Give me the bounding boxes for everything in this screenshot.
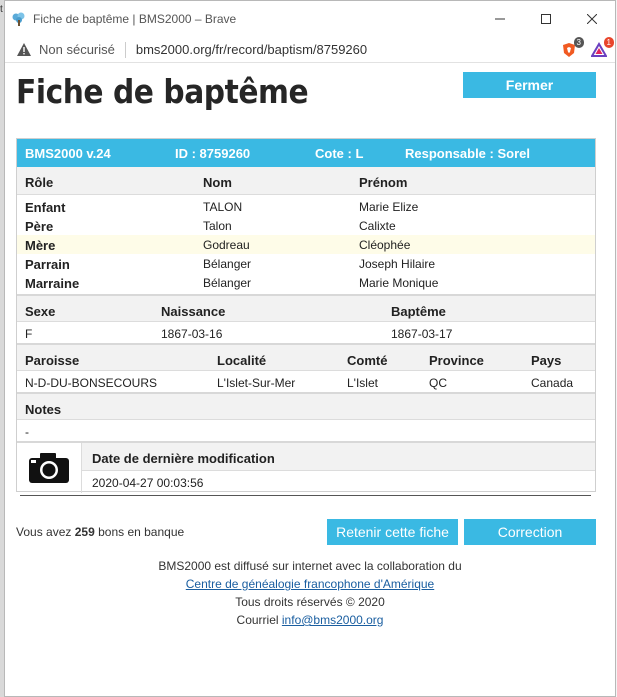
footer: BMS2000 est diffusé sur internet avec la… [5,557,615,629]
person-prenom: Cléophée [359,238,411,252]
person-prenom: Marie Monique [359,276,439,290]
localite-value: L'Islet-Sur-Mer [217,376,296,390]
footer-copyright: Tous droits réservés © 2020 [235,595,385,609]
col-province-header: Province [429,353,484,368]
col-bapteme-header: Baptême [391,304,446,319]
background-window-glyph: t [0,4,3,15]
modified-value: 2020-04-27 00:03:56 [92,476,204,490]
keep-record-button[interactable]: Retenir cette fiche [327,519,458,545]
person-row-marraine: Marraine Bélanger Marie Monique [17,273,595,294]
maximize-icon [541,14,551,24]
dates-header-row: Sexe Naissance Baptême [17,294,595,322]
url-text[interactable]: bms2000.org/fr/record/baptism/8759260 [136,42,367,57]
record-version: BMS2000 v.24 [25,146,111,161]
record-header: BMS2000 v.24 ID : 8759260 Cote : L Respo… [17,139,595,167]
person-prenom: Joseph Hilaire [359,257,436,271]
title-bar[interactable]: Fiche de baptême | BMS2000 – Brave [5,1,615,37]
person-prenom: Calixte [359,219,396,233]
record-cote: Cote : L [315,146,364,161]
col-pays-header: Pays [531,353,562,368]
close-button[interactable]: Fermer [463,72,596,98]
cgfa-link[interactable]: Centre de généalogie francophone d'Améri… [186,577,434,591]
warning-icon[interactable] [17,43,31,56]
minimize-button[interactable] [477,1,523,37]
person-nom: TALON [203,200,243,214]
person-nom: Godreau [203,238,250,252]
col-prenom-header: Prénom [359,175,408,190]
province-value: QC [429,376,447,390]
footer-collab-text: BMS2000 est diffusé sur internet avec la… [158,559,462,573]
dates-value-row: F 1867-03-16 1867-03-17 [17,322,595,343]
person-row-enfant: Enfant TALON Marie Elize [17,197,595,216]
person-row-pere: Père Talon Calixte [17,216,595,235]
notes-header: Notes [25,402,62,417]
person-role: Père [25,219,54,234]
footer-email-line: Courriel info@bms2000.org [5,611,615,629]
record-responsable: Responsable : Sorel [405,146,530,161]
comte-value: L'Islet [347,376,378,390]
record-card: BMS2000 v.24 ID : 8759260 Cote : L Respo… [16,138,596,493]
notes-value-row: - [17,420,595,441]
shields-count-badge: 3 [573,36,584,48]
window-title: Fiche de baptême | BMS2000 – Brave [33,12,237,26]
app-tree-icon [12,12,25,26]
close-window-button[interactable] [569,1,615,37]
modification-section: Date de dernière modification 2020-04-27… [17,441,595,493]
place-value-row: N-D-DU-BONSECOURS L'Islet-Sur-Mer L'Isle… [17,371,595,392]
col-nom-header: Nom [203,175,232,190]
col-naissance-header: Naissance [161,304,226,319]
security-status[interactable]: Non sécurisé [39,42,115,57]
modified-header: Date de dernière modification [92,451,275,466]
naissance-value: 1867-03-16 [161,327,223,341]
camera-icon[interactable] [27,451,71,485]
col-sexe-header: Sexe [25,304,56,319]
rewards-count-badge: 1 [603,36,614,48]
person-nom: Bélanger [203,257,252,271]
email-link[interactable]: info@bms2000.org [282,613,384,627]
browser-window: Fiche de baptême | BMS2000 – Brave Non s… [4,0,616,697]
brave-rewards-button[interactable]: 1 [590,36,614,58]
close-icon [587,14,597,24]
people-header-row: Rôle Nom Prénom [17,167,595,195]
address-separator [124,41,126,58]
notes-header-row: Notes [17,392,595,420]
person-nom: Talon [203,219,232,233]
bapteme-value: 1867-03-17 [391,327,453,341]
minimize-icon [495,18,505,20]
col-paroisse-header: Paroisse [25,353,80,368]
person-role: Enfant [25,200,66,215]
maximize-button[interactable] [523,1,569,37]
notes-value: - [25,425,29,439]
person-prenom: Marie Elize [359,200,419,214]
place-header-row: Paroisse Localité Comté Province Pays [17,343,595,371]
col-role-header: Rôle [25,175,54,190]
page-title: Fiche de baptême [16,72,309,111]
brave-shields-button[interactable]: 3 [561,36,584,58]
person-nom: Bélanger [203,276,252,290]
address-bar[interactable]: Non sécurisé bms2000.org/fr/record/bapti… [5,36,615,63]
paroisse-value: N-D-DU-BONSECOURS [25,376,157,390]
footer-email-label: Courriel [236,613,279,627]
sexe-value: F [25,327,33,341]
person-role: Marraine [25,276,80,291]
person-row-mere: Mère Godreau Cléophée [17,235,595,254]
person-role: Mère [25,238,56,253]
correction-button[interactable]: Correction [464,519,596,545]
pays-value: Canada [531,376,574,390]
col-localite-header: Localité [217,353,267,368]
person-role: Parrain [25,257,70,272]
camera-cell [17,443,82,493]
bank-balance: Vous avez 259 bons en banque [16,525,184,539]
bank-count: 259 [74,525,95,539]
page-content: Fiche de baptême Fermer BMS2000 v.24 ID … [5,64,615,696]
modified-header-row: Date de dernière modification [82,443,595,471]
person-row-parrain: Parrain Bélanger Joseph Hilaire [17,254,595,273]
bank-suffix: bons en banque [98,525,185,539]
section-divider [20,495,591,496]
record-id: ID : 8759260 [175,146,251,161]
bank-prefix: Vous avez [16,525,72,539]
col-comte-header: Comté [347,353,388,368]
